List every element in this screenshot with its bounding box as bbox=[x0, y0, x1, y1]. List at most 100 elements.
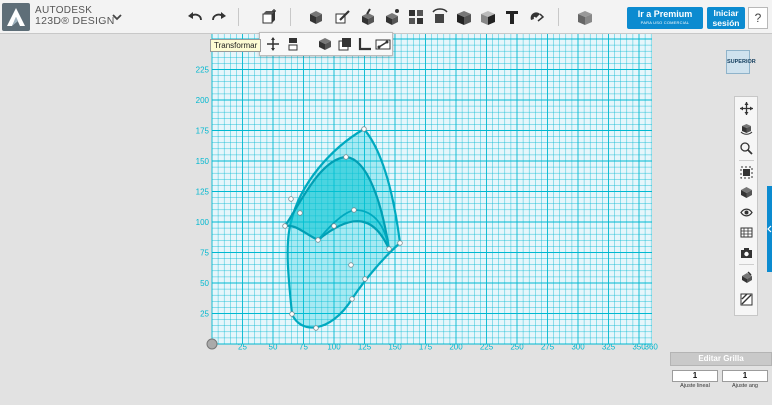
snap-icon bbox=[375, 39, 391, 50]
transform-tooltip: Transformar bbox=[210, 39, 262, 52]
y-tick-label: 225 bbox=[196, 66, 210, 75]
scale-button[interactable] bbox=[282, 33, 304, 55]
zoom-button[interactable] bbox=[738, 140, 755, 156]
login-button[interactable]: Iniciar sesión bbox=[707, 7, 745, 29]
app-menu-chevron[interactable] bbox=[106, 6, 128, 28]
premium-label: Ir a Premium bbox=[637, 9, 693, 19]
transform-button[interactable] bbox=[258, 6, 280, 28]
measure-icon bbox=[481, 11, 495, 25]
x-tick-label: 275 bbox=[541, 343, 555, 352]
x-tick-label: 175 bbox=[419, 343, 433, 352]
orbit-icon bbox=[740, 123, 753, 135]
combine-button[interactable] bbox=[453, 6, 475, 28]
sketch-node[interactable] bbox=[315, 237, 321, 243]
align-icon bbox=[319, 38, 331, 50]
sketch-node[interactable] bbox=[386, 246, 392, 252]
screenshot-button[interactable] bbox=[738, 244, 755, 260]
move-icon bbox=[267, 37, 279, 51]
modify-button[interactable] bbox=[381, 6, 403, 28]
grid-edit-title[interactable]: Editar Grilla bbox=[670, 352, 772, 366]
sketch-node[interactable] bbox=[351, 207, 357, 213]
sketch-node[interactable] bbox=[361, 126, 367, 132]
materials-button[interactable] bbox=[738, 224, 755, 240]
design-viewport[interactable]: 25 50 75 100 125 150 175 200 225 250 275 300 325 350 3… bbox=[0, 34, 772, 400]
pattern-button[interactable] bbox=[405, 6, 427, 28]
ruler-icon bbox=[358, 38, 371, 51]
sketch-node[interactable] bbox=[348, 262, 354, 268]
sketch-button[interactable] bbox=[332, 6, 354, 28]
grouping-icon bbox=[432, 8, 448, 23]
material-button[interactable] bbox=[574, 6, 596, 28]
sketch-node[interactable] bbox=[289, 311, 295, 317]
undo-icon bbox=[188, 12, 202, 21]
y-tick-label: 175 bbox=[196, 127, 210, 136]
side-panel-tab[interactable] bbox=[767, 186, 772, 272]
orbit-button[interactable] bbox=[738, 120, 755, 136]
redo-button[interactable] bbox=[208, 6, 230, 28]
transform-icon bbox=[262, 9, 276, 24]
grid-lines bbox=[211, 34, 652, 345]
text-button[interactable] bbox=[501, 6, 523, 28]
view-cube[interactable]: SUPERIOR bbox=[726, 50, 756, 74]
help-button[interactable]: ? bbox=[748, 7, 768, 29]
snap-button[interactable] bbox=[525, 6, 547, 28]
grid-canvas: 25 50 75 100 125 150 175 200 225 250 275 300 325 3503… bbox=[196, 34, 659, 352]
sketch-node[interactable] bbox=[288, 196, 294, 202]
premium-sublabel: PARA USO COMERCIAL bbox=[640, 20, 690, 25]
main-toolbar: AUTODESK 123D® DESIGN Ir a Premium PARA … bbox=[0, 0, 772, 34]
move-button[interactable] bbox=[262, 33, 284, 55]
grouping-button[interactable] bbox=[429, 6, 451, 28]
construct-button[interactable] bbox=[357, 6, 379, 28]
x-tick-label: 250 bbox=[510, 343, 524, 352]
sketch-node[interactable] bbox=[297, 210, 303, 216]
smart-scale-button[interactable] bbox=[334, 33, 356, 55]
y-tick-label: 75 bbox=[200, 249, 209, 258]
eye-icon bbox=[740, 208, 753, 216]
y-tick-label: 25 bbox=[200, 310, 209, 319]
sketch-node[interactable] bbox=[282, 223, 288, 229]
linear-snap-input[interactable]: 1 bbox=[672, 370, 718, 382]
sketch-node[interactable] bbox=[343, 154, 349, 160]
scale-icon bbox=[288, 38, 298, 51]
primitives-button[interactable] bbox=[305, 6, 327, 28]
y-tick-label: 50 bbox=[200, 279, 209, 288]
snap-flyout-button[interactable] bbox=[372, 33, 394, 55]
navigation-panel bbox=[734, 96, 758, 316]
view-mode-button[interactable] bbox=[738, 184, 755, 200]
pan-button[interactable] bbox=[738, 100, 755, 116]
autodesk-logo-icon bbox=[7, 8, 25, 26]
y-tick-label: 125 bbox=[196, 188, 210, 197]
view-mode-icon bbox=[741, 186, 752, 198]
x-tick-label: 200 bbox=[449, 343, 463, 352]
app-logo[interactable] bbox=[2, 3, 30, 31]
x-tick-label: 300 bbox=[571, 343, 585, 352]
grid-snap-icon bbox=[742, 270, 752, 283]
fit-button[interactable] bbox=[738, 164, 755, 180]
fit-icon bbox=[740, 166, 753, 178]
primitives-icon bbox=[310, 11, 322, 24]
smart-scale-icon bbox=[338, 38, 351, 51]
grid-snap-button[interactable] bbox=[738, 269, 755, 285]
sketch-node[interactable] bbox=[349, 296, 355, 302]
x-tick-label: 150 bbox=[388, 343, 402, 352]
text-icon bbox=[506, 11, 518, 24]
sketch-node[interactable] bbox=[397, 240, 403, 246]
redo-icon bbox=[212, 12, 226, 21]
premium-button[interactable]: Ir a Premium PARA USO COMERCIAL bbox=[627, 7, 703, 29]
sketch-node[interactable] bbox=[313, 325, 319, 331]
measure-button[interactable] bbox=[477, 6, 499, 28]
login-label-line1: Iniciar bbox=[713, 8, 739, 18]
angle-snap-input[interactable]: 1 bbox=[722, 370, 768, 382]
visibility-button[interactable] bbox=[738, 204, 755, 220]
undo-button[interactable] bbox=[184, 6, 206, 28]
grid-background bbox=[212, 34, 652, 344]
sketch-node[interactable] bbox=[331, 223, 337, 229]
app-title: AUTODESK 123D® DESIGN bbox=[35, 5, 115, 27]
origin-marker bbox=[206, 338, 218, 350]
snap-icon bbox=[530, 12, 545, 22]
y-tick-label: 150 bbox=[196, 157, 210, 166]
sketch-node[interactable] bbox=[362, 276, 368, 282]
x-tick-label: 360 bbox=[645, 343, 659, 352]
settings-button[interactable] bbox=[738, 291, 755, 307]
align-button[interactable] bbox=[314, 33, 336, 55]
